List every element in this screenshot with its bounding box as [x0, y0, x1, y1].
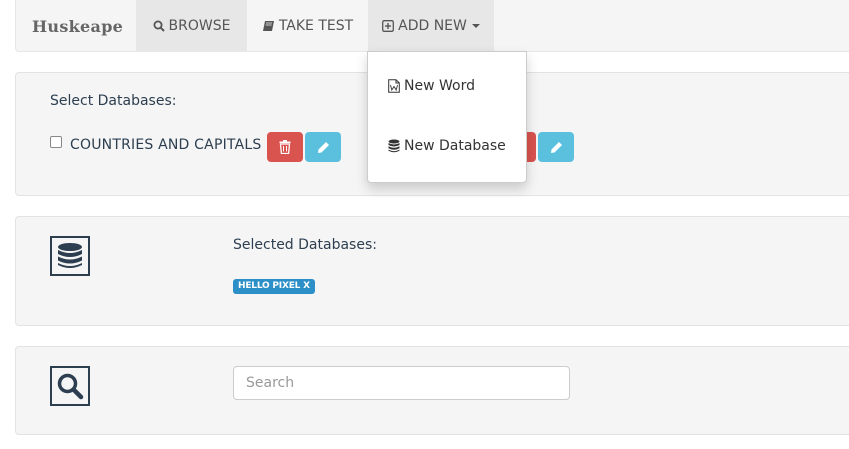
menu-item-new-word-label: New Word [404, 78, 475, 94]
select-databases-title: Select Databases: [50, 93, 177, 109]
database-icon [388, 139, 400, 153]
book-icon [262, 20, 274, 31]
nav-browse[interactable]: BROWSE [136, 0, 247, 51]
search-input[interactable] [233, 366, 570, 400]
file-word-icon [388, 79, 400, 93]
nav-browse-label: BROWSE [168, 17, 231, 34]
add-new-dropdown-menu: New Word New Database [367, 51, 527, 183]
selected-database-badge: HELLO PIXEL X [233, 279, 315, 294]
selected-databases-panel [15, 216, 849, 326]
nav-take-test-label: TAKE TEST [278, 17, 354, 34]
brand-logo[interactable]: Huskeape [32, 17, 123, 36]
nav-add-new-label: ADD NEW [398, 17, 467, 34]
pencil-icon [550, 141, 562, 153]
selected-databases-title: Selected Databases: [233, 237, 377, 253]
chevron-down-icon [471, 23, 480, 28]
search-icon [50, 366, 90, 406]
menu-item-new-database-label: New Database [404, 138, 506, 154]
menu-item-new-word[interactable]: New Word [388, 78, 475, 94]
trash-icon [279, 140, 291, 154]
navbar: Huskeape BROWSE TAKE TEST ADD NEW [15, 0, 849, 52]
edit-database-button[interactable] [538, 132, 574, 162]
database-checkbox[interactable] [50, 136, 62, 148]
delete-database-button[interactable] [267, 132, 303, 162]
database-name: COUNTRIES AND CAPITALS [70, 137, 262, 153]
menu-item-new-database[interactable]: New Database [388, 138, 506, 154]
database-icon [50, 236, 90, 276]
nav-take-test[interactable]: TAKE TEST [247, 0, 368, 51]
pencil-icon [317, 141, 329, 153]
nav-add-new[interactable]: ADD NEW [368, 0, 494, 51]
search-icon [153, 20, 165, 32]
plus-square-icon [382, 19, 395, 32]
edit-database-button[interactable] [305, 132, 341, 162]
